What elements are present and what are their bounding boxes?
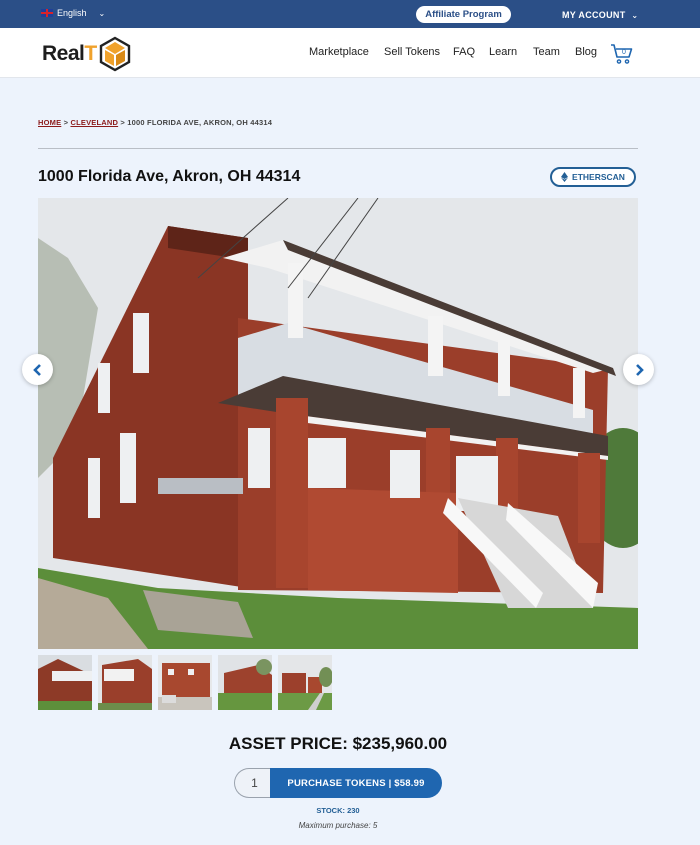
max-purchase-note: Maximum purchase: 5 bbox=[298, 821, 378, 830]
breadcrumb-separator: > bbox=[118, 118, 128, 127]
cart-button[interactable]: 0 bbox=[610, 42, 634, 71]
language-selector[interactable]: English ⌄ bbox=[41, 8, 105, 18]
cart-icon: 0 bbox=[611, 44, 633, 64]
logo-text: RealT bbox=[42, 42, 97, 65]
asset-price: ASSET PRICE: $235,960.00 bbox=[228, 734, 448, 753]
main-navbar: RealT Marketplace Sell Tokens FAQ Learn … bbox=[0, 28, 700, 78]
breadcrumb: HOME > CLEVELAND > 1000 FLORIDA AVE, AKR… bbox=[38, 118, 272, 127]
ethereum-icon bbox=[561, 172, 569, 182]
thumbnail[interactable] bbox=[38, 655, 92, 710]
nav-faq[interactable]: FAQ bbox=[453, 46, 475, 58]
stock-count: STOCK: 230 bbox=[316, 806, 360, 815]
divider bbox=[38, 148, 638, 149]
gallery-prev-button[interactable] bbox=[22, 354, 53, 385]
breadcrumb-home[interactable]: HOME bbox=[38, 118, 61, 127]
thumbnail[interactable] bbox=[218, 655, 272, 710]
chevron-down-icon: ⌄ bbox=[98, 8, 106, 18]
uk-flag-icon bbox=[41, 9, 53, 17]
nav-learn[interactable]: Learn bbox=[489, 46, 517, 58]
nav-marketplace[interactable]: Marketplace bbox=[309, 46, 369, 58]
chevron-down-icon: ⌄ bbox=[631, 11, 639, 20]
cube-icon bbox=[99, 36, 130, 72]
gallery-thumbnails bbox=[38, 655, 332, 710]
cart-count: 0 bbox=[622, 49, 626, 56]
language-label: English bbox=[57, 8, 87, 18]
chevron-right-icon bbox=[635, 363, 644, 376]
thumbnail[interactable] bbox=[278, 655, 332, 710]
etherscan-label: ETHERSCAN bbox=[572, 172, 625, 182]
thumbnail[interactable] bbox=[158, 655, 212, 710]
affiliate-program-button[interactable]: Affiliate Program bbox=[416, 6, 511, 23]
house-photo-image bbox=[38, 198, 638, 649]
etherscan-button[interactable]: ETHERSCAN bbox=[550, 167, 636, 187]
gallery-next-button[interactable] bbox=[623, 354, 654, 385]
top-bar: English ⌄ Affiliate Program MY ACCOUNT ⌄ bbox=[0, 0, 700, 28]
nav-blog[interactable]: Blog bbox=[575, 46, 597, 58]
quantity-input[interactable]: 1 bbox=[234, 768, 274, 798]
my-account-menu[interactable]: MY ACCOUNT ⌄ bbox=[562, 10, 638, 20]
purchase-tokens-button[interactable]: PURCHASE TOKENS | $58.99 bbox=[270, 768, 442, 798]
nav-team[interactable]: Team bbox=[533, 46, 560, 58]
my-account-label: MY ACCOUNT bbox=[562, 10, 626, 20]
property-photo bbox=[38, 198, 638, 649]
thumbnail[interactable] bbox=[98, 655, 152, 710]
chevron-left-icon bbox=[32, 363, 41, 376]
nav-sell-tokens[interactable]: Sell Tokens bbox=[384, 46, 440, 58]
breadcrumb-current: 1000 FLORIDA AVE, AKRON, OH 44314 bbox=[127, 118, 273, 127]
property-title: 1000 Florida Ave, Akron, OH 44314 bbox=[38, 168, 301, 185]
realt-logo[interactable]: RealT bbox=[42, 36, 131, 72]
breadcrumb-cleveland[interactable]: CLEVELAND bbox=[70, 118, 118, 127]
